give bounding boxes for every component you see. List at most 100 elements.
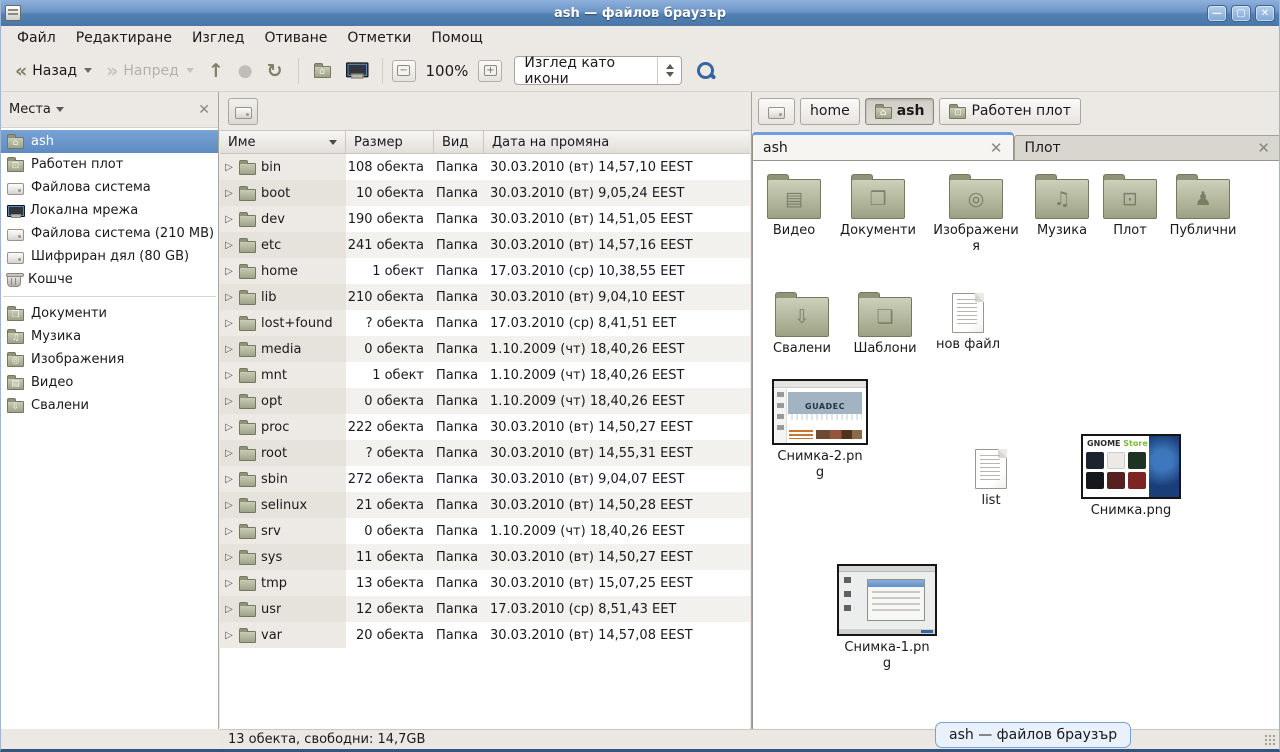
table-row[interactable]: ▷proc222 обектаПапка30.03.2010 (вт) 14,5… <box>220 414 750 440</box>
maximize-button[interactable]: ▢ <box>1231 5 1251 22</box>
canvas-item[interactable]: GUADECСнимка-2.png <box>767 379 873 480</box>
sidebar-selector-arrow-icon[interactable] <box>56 107 64 112</box>
breadcrumb-ash-button[interactable]: ⌂ ash <box>865 98 935 125</box>
expander-icon[interactable]: ▷ <box>224 214 234 225</box>
table-row[interactable]: ▷bin108 обектаПапка30.03.2010 (вт) 14,57… <box>220 154 750 180</box>
table-row[interactable]: ▷srv0 обектаПапка1.10.2009 (чт) 18,40,26… <box>220 518 750 544</box>
up-button[interactable]: ↑ <box>202 59 230 83</box>
table-row[interactable]: ▷opt0 обектаПапка1.10.2009 (чт) 18,40,26… <box>220 388 750 414</box>
canvas-item[interactable]: нов файл <box>922 293 1014 353</box>
sidebar-item-videos[interactable]: ▤Видео <box>1 371 218 394</box>
canvas-item[interactable]: ♟Публични <box>1157 173 1249 239</box>
expander-icon[interactable]: ▷ <box>224 604 234 615</box>
table-row[interactable]: ▷boot10 обектаПапка30.03.2010 (вт) 9,05,… <box>220 180 750 206</box>
menu-item-view[interactable]: Изглед <box>182 28 255 48</box>
sidebar-item-filesystem-210mb[interactable]: Файлова система (210 MB) <box>1 222 218 245</box>
expander-icon[interactable]: ▷ <box>224 318 234 329</box>
icon-canvas[interactable]: ▤Видео❐Документи◎Изображения♫Музика⊡Плот… <box>752 160 1280 729</box>
sidebar-item-downloads[interactable]: ⇩Свалени <box>1 394 218 417</box>
expander-icon[interactable]: ▷ <box>224 370 234 381</box>
tab-plot[interactable]: Плот ✕ <box>1014 135 1280 160</box>
back-button[interactable]: « Назад <box>9 59 98 83</box>
sidebar-item-encrypted-80gb[interactable]: Шифриран дял (80 GB) <box>1 245 218 268</box>
expander-icon[interactable]: ▷ <box>224 266 234 277</box>
search-button[interactable] <box>696 61 716 81</box>
expander-icon[interactable]: ▷ <box>224 422 234 433</box>
minimize-button[interactable]: — <box>1207 5 1227 22</box>
resize-grip[interactable] <box>1264 734 1277 747</box>
canvas-item[interactable]: ◎Изображения <box>930 173 1022 254</box>
expander-icon[interactable]: ▷ <box>224 292 234 303</box>
canvas-item[interactable]: ▤Видео <box>752 173 840 239</box>
tab-close-icon[interactable]: ✕ <box>990 139 1003 157</box>
menu-item-file[interactable]: Файл <box>7 28 66 48</box>
sidebar-title[interactable]: Места <box>9 102 51 117</box>
computer-button[interactable] <box>339 60 373 81</box>
table-row[interactable]: ▷dev190 обектаПапка30.03.2010 (вт) 14,51… <box>220 206 750 232</box>
stop-button[interactable]: ● <box>232 57 259 85</box>
forward-button[interactable]: » Напред <box>100 59 200 83</box>
column-header-date[interactable]: Дата на промяна <box>484 131 750 153</box>
sidebar-item-trash[interactable]: Кошче <box>1 268 218 291</box>
sidebar-item-desktop[interactable]: ⊡Работен плот <box>1 153 218 176</box>
menu-item-help[interactable]: Помощ <box>421 28 492 48</box>
canvas-item[interactable]: ❏Шаблони <box>839 291 931 357</box>
expander-icon[interactable]: ▷ <box>224 188 234 199</box>
canvas-item[interactable]: GNOME StoreСнимка.png <box>1078 434 1184 519</box>
sidebar-item-music[interactable]: ♫Музика <box>1 325 218 348</box>
table-row[interactable]: ▷etc241 обектаПапка30.03.2010 (вт) 14,57… <box>220 232 750 258</box>
column-header-size[interactable]: Размер <box>346 131 434 153</box>
expander-icon[interactable]: ▷ <box>224 500 234 511</box>
expander-icon[interactable]: ▷ <box>224 448 234 459</box>
expander-icon[interactable]: ▷ <box>224 240 234 251</box>
table-row[interactable]: ▷tmp13 обектаПапка30.03.2010 (вт) 15,07,… <box>220 570 750 596</box>
menu-item-go[interactable]: Отиване <box>254 28 337 48</box>
table-row[interactable]: ▷sbin272 обектаПапка30.03.2010 (вт) 9,04… <box>220 466 750 492</box>
expander-icon[interactable]: ▷ <box>224 344 234 355</box>
expander-icon[interactable]: ▷ <box>224 474 234 485</box>
expander-icon[interactable]: ▷ <box>224 526 234 537</box>
expander-icon[interactable]: ▷ <box>224 578 234 589</box>
forward-history-arrow-icon[interactable] <box>186 68 194 73</box>
breadcrumb-home-button[interactable]: home <box>800 98 860 125</box>
sidebar-close-icon[interactable]: ✕ <box>198 102 210 118</box>
table-row[interactable]: ▷mnt1 обектПапка1.10.2009 (чт) 18,40,26 … <box>220 362 750 388</box>
column-header-type[interactable]: Вид <box>434 131 484 153</box>
view-mode-select[interactable]: Изглед като икони <box>514 56 682 85</box>
combo-spinner-icon[interactable] <box>657 57 681 84</box>
table-row[interactable]: ▷usr12 обектаПапка17.03.2010 (ср) 8,51,4… <box>220 596 750 622</box>
root-location-button[interactable] <box>228 98 258 125</box>
tab-close-icon[interactable]: ✕ <box>1257 139 1270 157</box>
menu-item-bookmarks[interactable]: Отметки <box>337 28 421 48</box>
expander-icon[interactable]: ▷ <box>224 162 234 173</box>
sidebar-item-network[interactable]: Локална мрежа <box>1 199 218 222</box>
back-history-arrow-icon[interactable] <box>84 68 92 73</box>
canvas-item[interactable]: list <box>945 449 1037 509</box>
table-row[interactable]: ▷lib210 обектаПапка30.03.2010 (вт) 9,04,… <box>220 284 750 310</box>
expander-icon[interactable]: ▷ <box>224 630 234 641</box>
table-row[interactable]: ▷selinux21 обектаПапка30.03.2010 (вт) 14… <box>220 492 750 518</box>
canvas-item[interactable]: Снимка-1.png <box>834 564 940 671</box>
table-row[interactable]: ▷var20 обектаПапка30.03.2010 (вт) 14,57,… <box>220 622 750 648</box>
close-button[interactable]: ✕ <box>1255 5 1275 22</box>
tab-ash[interactable]: ash ✕ <box>752 132 1014 160</box>
menu-item-edit[interactable]: Редактиране <box>66 28 182 48</box>
zoom-in-button[interactable]: + <box>478 60 502 82</box>
zoom-out-button[interactable]: − <box>392 60 416 82</box>
reload-button[interactable]: ↻ <box>261 59 289 83</box>
column-header-name[interactable]: Име <box>220 131 346 153</box>
breadcrumb-root-button[interactable] <box>758 98 795 125</box>
canvas-item[interactable]: ⇩Свалени <box>756 291 848 357</box>
sidebar-item-home[interactable]: ⌂ash <box>1 130 218 153</box>
expander-icon[interactable]: ▷ <box>224 396 234 407</box>
breadcrumb-desktop-button[interactable]: ⊡ Работен плот <box>939 98 1080 125</box>
table-row[interactable]: ▷root? обектаПапка30.03.2010 (вт) 14,55,… <box>220 440 750 466</box>
table-row[interactable]: ▷sys11 обектаПапка30.03.2010 (вт) 14,50,… <box>220 544 750 570</box>
canvas-item[interactable]: ❐Документи <box>832 173 924 239</box>
sidebar-item-pictures[interactable]: ◎Изображения <box>1 348 218 371</box>
table-row[interactable]: ▷media0 обектаПапка1.10.2009 (чт) 18,40,… <box>220 336 750 362</box>
sidebar-item-filesystem[interactable]: Файлова система <box>1 176 218 199</box>
sidebar-item-documents[interactable]: ❐Документи <box>1 302 218 325</box>
table-row[interactable]: ▷home1 обектПапка17.03.2010 (ср) 10,38,5… <box>220 258 750 284</box>
expander-icon[interactable]: ▷ <box>224 552 234 563</box>
